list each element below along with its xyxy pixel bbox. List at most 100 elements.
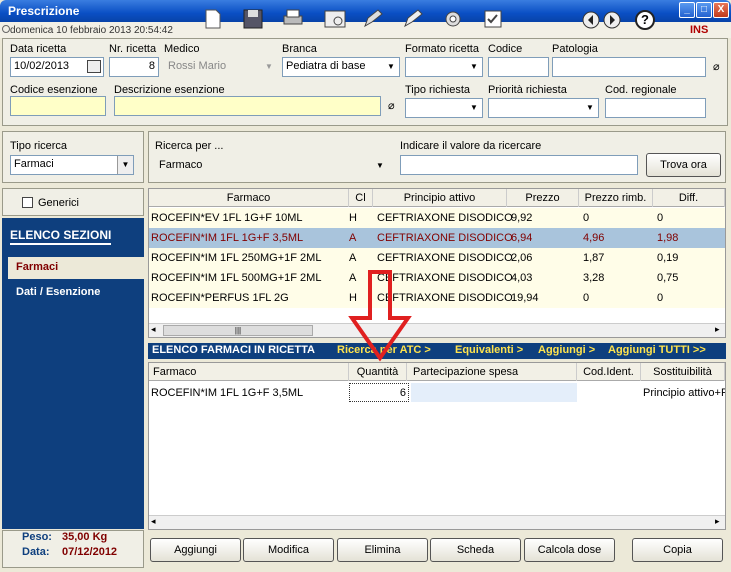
- nav-item-dati-esenzione[interactable]: Dati / Esenzione: [16, 286, 100, 298]
- cod-regionale-field[interactable]: [605, 98, 706, 118]
- col-farmaco[interactable]: Farmaco: [149, 189, 349, 207]
- ricerca-per-label: Ricerca per ...: [155, 140, 224, 152]
- aggiungi-button[interactable]: Aggiungi: [150, 538, 241, 562]
- settings-icon[interactable]: [440, 6, 466, 32]
- aggiungi-tutti-link[interactable]: Aggiungi TUTTI >>: [608, 344, 706, 356]
- checklist-icon[interactable]: [480, 6, 506, 32]
- window-title: Prescrizione: [8, 4, 80, 18]
- copia-button[interactable]: Copia: [632, 538, 723, 562]
- scroll-left-icon[interactable]: ◂: [151, 516, 156, 527]
- arrow-right-icon[interactable]: [603, 11, 621, 29]
- col-partecipazione[interactable]: Partecipazione spesa: [407, 363, 577, 381]
- table-row[interactable]: ROCEFIN*IM 1FL 500MG+1F 2ML A CEFTRIAXONE …: [149, 268, 725, 288]
- data-ricetta-field[interactable]: 10/02/2013: [10, 57, 104, 77]
- col-principio[interactable]: Principio attivo: [373, 189, 507, 207]
- nav-item-farmaci[interactable]: Farmaci: [8, 257, 144, 279]
- desc-esenzione-field[interactable]: [114, 96, 381, 116]
- horizontal-scrollbar[interactable]: ◂ ▸: [149, 515, 725, 529]
- tipo-ricerca-combo[interactable]: Farmaci ▼: [10, 155, 134, 175]
- aggiungi-link[interactable]: Aggiungi >: [538, 344, 595, 356]
- col-diff[interactable]: Diff.: [653, 189, 725, 207]
- valore-field[interactable]: [400, 155, 638, 175]
- help-button[interactable]: ?: [635, 10, 655, 30]
- scheda-button[interactable]: Scheda: [430, 538, 521, 562]
- col-prezzo-rimb[interactable]: Prezzo rimb.: [579, 189, 653, 207]
- cell-diff: 0: [657, 292, 664, 304]
- patologia-field[interactable]: [552, 57, 706, 77]
- table-row[interactable]: ROCEFIN*IM 1FL 1G+F 3,5ML A CEFTRIAXONE DI…: [149, 228, 725, 248]
- priorita-combo[interactable]: ▼: [488, 98, 599, 118]
- calcola-dose-button[interactable]: Calcola dose: [524, 538, 615, 562]
- cell-prezzo-rimb: 0: [583, 212, 590, 224]
- nav-item-label: Farmaci: [16, 261, 59, 273]
- close-button[interactable]: X: [713, 2, 729, 18]
- medico-label: Medico: [164, 43, 200, 55]
- codice-label: Codice: [488, 43, 523, 55]
- elimina-button[interactable]: Elimina: [337, 538, 428, 562]
- new-document-icon[interactable]: [200, 6, 226, 32]
- tipo-ricerca-label: Tipo ricerca: [10, 140, 68, 152]
- chevron-down-icon: ▼: [265, 62, 273, 71]
- print-icon[interactable]: [280, 6, 306, 32]
- arrow-down-icon: [348, 270, 412, 362]
- tipo-richiesta-combo[interactable]: ▼: [405, 98, 483, 118]
- nr-ricetta-field[interactable]: 8: [109, 57, 159, 77]
- chevron-down-icon: ▼: [470, 103, 478, 112]
- save-icon[interactable]: [240, 6, 266, 32]
- equivalenti-link[interactable]: Equivalenti >: [455, 344, 523, 356]
- branca-value: Pediatra di base: [286, 60, 366, 72]
- cell-sostituibilita[interactable]: Principio attivo+F: [643, 383, 725, 403]
- maximize-button[interactable]: □: [696, 2, 712, 18]
- quantity-input[interactable]: 6: [349, 383, 409, 402]
- scroll-right-icon[interactable]: ▸: [715, 324, 720, 335]
- table-row[interactable]: ROCEFIN*PERFUS 1FL 2G H CEFTRIAXONE DISODI…: [149, 288, 725, 308]
- scroll-right-icon[interactable]: ▸: [715, 516, 720, 527]
- ricerca-per-combo[interactable]: Farmaco ▼: [155, 156, 389, 176]
- cod-esenzione-label: Codice esenzione: [10, 84, 98, 96]
- table-row[interactable]: ROCEFIN*IM 1FL 1G+F 3,5ML 6 Principio at…: [149, 383, 725, 403]
- print-preview-icon[interactable]: [322, 6, 348, 32]
- cod-esenzione-field[interactable]: [10, 96, 106, 116]
- edit-icon[interactable]: [360, 6, 386, 32]
- elenco-farmaci-title: ELENCO FARMACI IN RICETTA: [152, 344, 315, 356]
- col-farmaco[interactable]: Farmaco: [149, 363, 349, 381]
- cell-farmaco: ROCEFIN*IM 1FL 1G+F 3,5ML: [151, 387, 304, 399]
- medico-combo[interactable]: Rossi Mario ▼: [164, 57, 278, 77]
- note-icon[interactable]: [400, 6, 426, 32]
- minimize-button[interactable]: _: [679, 2, 695, 18]
- horizontal-scrollbar[interactable]: ◂ ||| ▸: [149, 323, 725, 337]
- table-row[interactable]: ROCEFIN*EV 1FL 1G+F 10ML H CEFTRIAXONE DIS…: [149, 208, 725, 228]
- branca-combo[interactable]: Pediatra di base ▼: [282, 57, 400, 77]
- cell-prezzo: 19,94: [511, 292, 539, 304]
- prescription-link-bar: ELENCO FARMACI IN RICETTA Ricerca per AT…: [148, 343, 726, 359]
- scroll-thumb[interactable]: |||: [163, 325, 313, 336]
- pin-icon[interactable]: ⌀: [388, 99, 395, 112]
- codice-field[interactable]: [488, 57, 549, 77]
- col-prezzo[interactable]: Prezzo: [507, 189, 579, 207]
- arrow-left-icon[interactable]: [582, 11, 600, 29]
- modifica-button[interactable]: Modifica: [243, 538, 334, 562]
- data-label: Data:: [22, 546, 50, 558]
- cell-principio: CEFTRIAXONE DISODICO: [377, 232, 513, 244]
- trova-ora-button[interactable]: Trova ora: [646, 153, 721, 177]
- col-cod-ident[interactable]: Cod.Ident.: [577, 363, 641, 381]
- pin-icon[interactable]: ⌀: [713, 60, 720, 73]
- cell-prezzo: 6,94: [511, 232, 533, 244]
- col-cl[interactable]: Cl: [349, 189, 373, 207]
- col-sostituibilita[interactable]: Sostituibilità: [641, 363, 725, 381]
- cell-farmaco: ROCEFIN*PERFUS 1FL 2G: [151, 292, 289, 304]
- cell-cl: A: [349, 232, 357, 244]
- generici-checkbox[interactable]: [22, 197, 33, 208]
- formato-combo[interactable]: ▼: [405, 57, 483, 77]
- scroll-left-icon[interactable]: ◂: [151, 324, 156, 335]
- calendar-icon[interactable]: [87, 60, 101, 73]
- cell-prezzo-rimb: 1,87: [583, 252, 605, 264]
- col-quantita[interactable]: Quantità: [349, 363, 407, 381]
- results-header: Farmaco Cl Principio attivo Prezzo Prezz…: [149, 189, 725, 207]
- cell-principio: CEFTRIAXONE DISODICO: [377, 252, 513, 264]
- data-value: 07/12/2012: [62, 546, 118, 558]
- table-row[interactable]: ROCEFIN*IM 1FL 250MG+1F 2ML A CEFTRIAXONE …: [149, 248, 725, 268]
- branca-label: Branca: [282, 43, 317, 55]
- cell-diff: 0,19: [657, 252, 679, 264]
- cell-partecipazione[interactable]: [411, 383, 577, 402]
